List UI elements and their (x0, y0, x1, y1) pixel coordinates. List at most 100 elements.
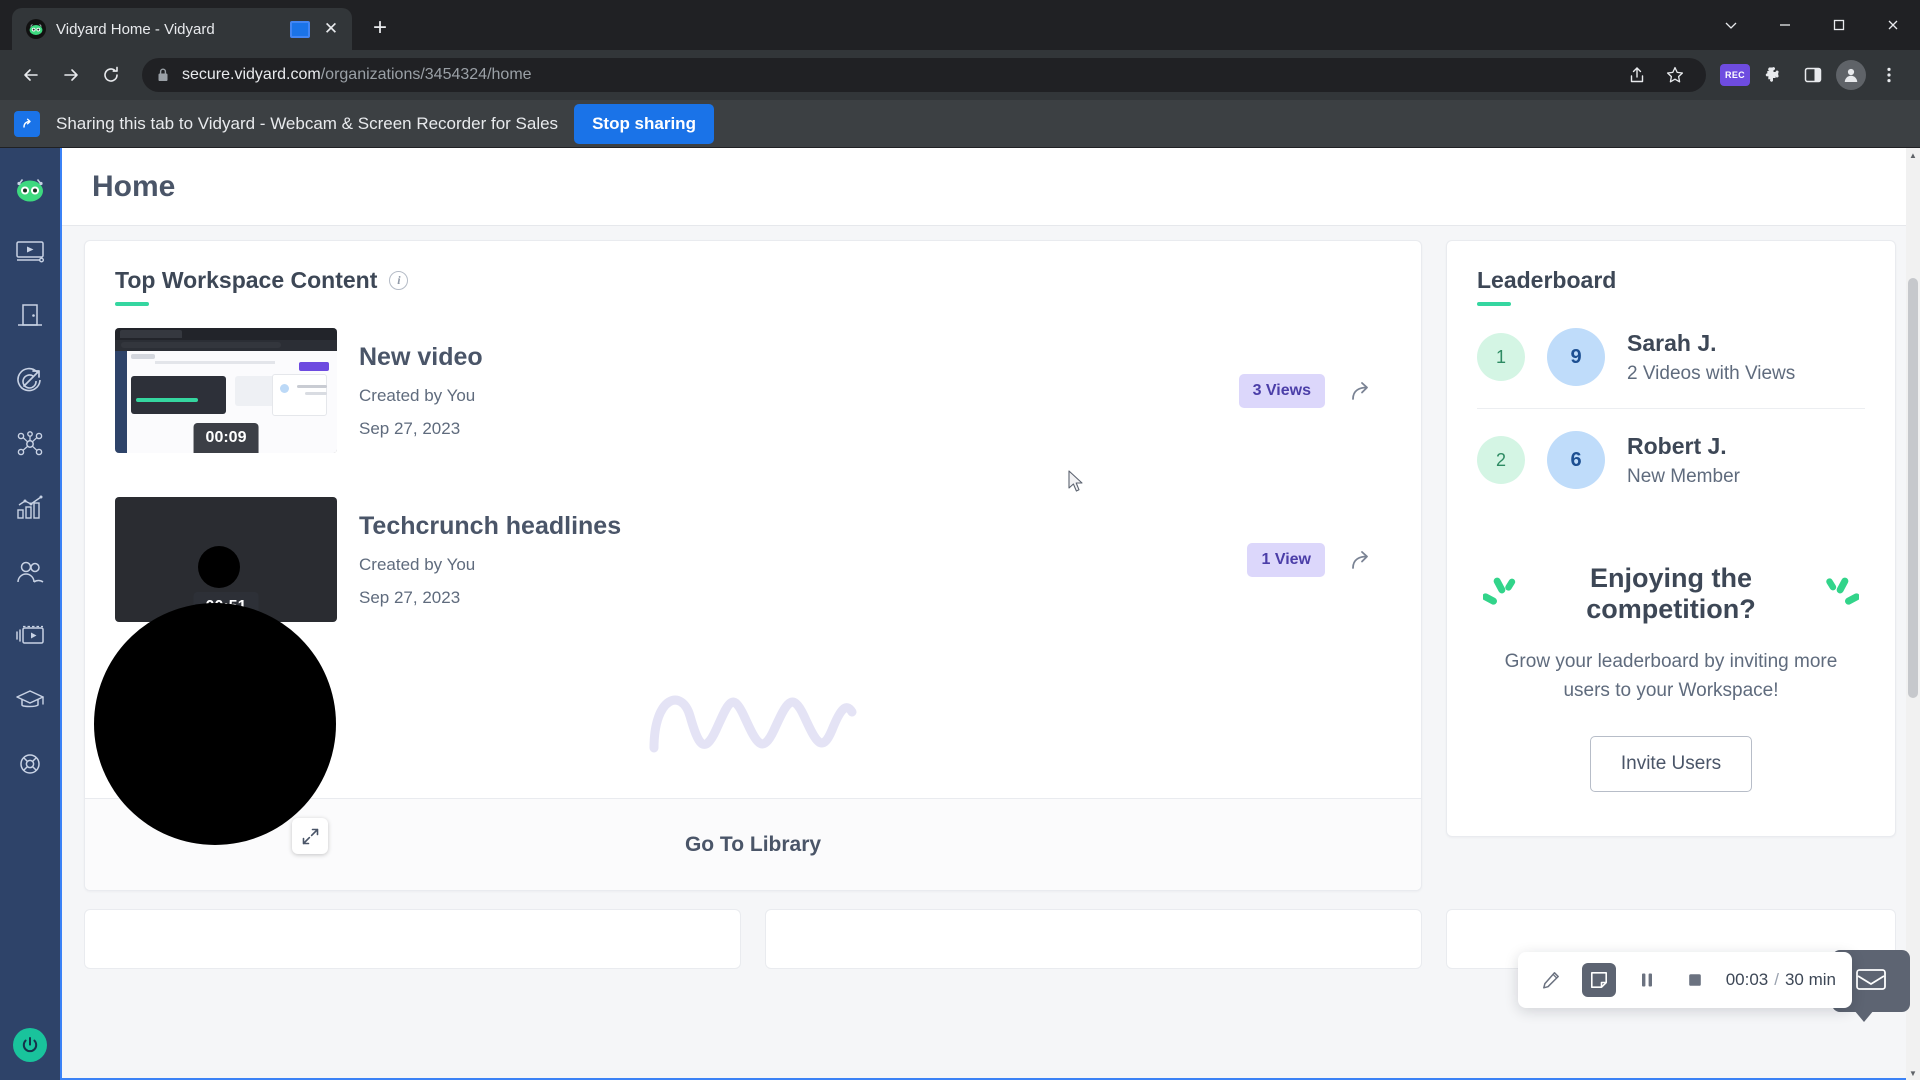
sidebar-item-videos[interactable] (10, 232, 50, 272)
sharing-message: Sharing this tab to Vidyard - Webcam & S… (56, 113, 559, 133)
app-sidebar (0, 148, 60, 1080)
go-to-library-link[interactable]: Go To Library (685, 833, 821, 857)
app-main: Home Top Workspace Content i 00:09 New v… (60, 148, 1920, 1080)
tab-casting-icon[interactable] (290, 20, 310, 38)
sidebar-item-analytics[interactable] (10, 488, 50, 528)
sidebar-item-team[interactable] (10, 552, 50, 592)
pause-icon[interactable] (1630, 963, 1664, 997)
webcam-bubble[interactable] (94, 603, 336, 845)
power-record-button[interactable] (13, 1028, 47, 1062)
leaderboard-entry-text: Sarah J. 2 Videos with Views (1627, 330, 1795, 385)
video-meta: New video Created by You Sep 27, 2023 (359, 343, 1217, 439)
promo-title: Enjoying the competition? (1586, 563, 1756, 624)
url-text: secure.vidyard.com/organizations/3454324… (182, 66, 532, 84)
video-date: Sep 27, 2023 (359, 418, 461, 438)
side-panel-icon[interactable] (1796, 58, 1830, 92)
share-arrow-icon[interactable] (1351, 549, 1377, 571)
leaderboard-card: Leaderboard 1 9 Sarah J. 2 Videos with V… (1446, 240, 1896, 837)
user-name: Robert J. (1627, 432, 1727, 459)
video-thumbnail[interactable]: 00:09 (115, 328, 337, 453)
card-header: Top Workspace Content i (85, 241, 1421, 306)
window-controls (1704, 0, 1920, 50)
video-title[interactable]: New video (359, 343, 1217, 372)
page-header: Home (62, 148, 1918, 226)
user-name: Sarah J. (1627, 329, 1717, 356)
page-viewport: Home Top Workspace Content i 00:09 New v… (0, 148, 1920, 1080)
lock-icon (156, 67, 170, 83)
tab-strip: Vidyard Home - Vidyard ✕ + (0, 0, 1920, 50)
scroll-up-arrow[interactable]: ▲ (1906, 148, 1920, 162)
sidebar-item-support[interactable] (10, 744, 50, 784)
bottom-card-1 (84, 909, 741, 969)
maximize-button[interactable] (1812, 0, 1866, 50)
video-creator: Created by You (359, 554, 476, 574)
star-icon[interactable] (1658, 58, 1692, 92)
status-badge[interactable]: 3 Views (1238, 373, 1325, 408)
section-heading: Top Workspace Content (115, 267, 378, 293)
stop-sharing-button[interactable]: Stop sharing (574, 103, 714, 144)
video-duration: 00:09 (193, 423, 259, 453)
expand-arrows-icon[interactable] (292, 818, 328, 854)
list-item: 00:51 Techcrunch headlines Created by Yo… (115, 475, 1391, 644)
video-actions: 3 Views (1238, 373, 1391, 408)
url-path: /organizations/3454324/home (320, 66, 532, 83)
invite-users-button[interactable]: Invite Users (1589, 735, 1753, 792)
pencil-icon[interactable] (1534, 963, 1568, 997)
browser-toolbar: secure.vidyard.com/organizations/3454324… (0, 50, 1920, 100)
scrollbar[interactable]: ▲ ▼ (1906, 148, 1920, 1080)
sidebar-item-integrations[interactable] (10, 424, 50, 464)
vidyard-recorder-extension-icon[interactable]: REC (1720, 64, 1750, 86)
section-title-row: Top Workspace Content i (115, 267, 1391, 294)
new-tab-button[interactable]: + (362, 11, 398, 47)
table-row: 1 9 Sarah J. 2 Videos with Views (1477, 306, 1865, 408)
promo-subtitle: Grow your leaderboard by inviting more u… (1504, 651, 1838, 702)
leaderboard-entry-text: Robert J. New Member (1627, 433, 1740, 488)
close-window-button[interactable] (1866, 0, 1920, 50)
sidebar-item-prospecting[interactable] (10, 360, 50, 400)
time-separator: / (1774, 970, 1779, 989)
vidyard-favicon (26, 19, 46, 39)
reload-button[interactable] (94, 58, 128, 92)
celebration-sparkle-icon-right (1819, 575, 1860, 614)
score-badge: 6 (1547, 431, 1605, 489)
recording-time: 00:03 / 30 min (1726, 970, 1836, 990)
close-icon[interactable]: ✕ (320, 18, 342, 40)
leaderboard-heading: Leaderboard (1477, 267, 1617, 293)
page-frame: Home Top Workspace Content i 00:09 New v… (60, 148, 1920, 1080)
profile-avatar-icon[interactable] (1836, 60, 1866, 90)
stop-square-icon[interactable] (1678, 963, 1712, 997)
celebration-sparkle-icon (1482, 575, 1523, 614)
video-title[interactable]: Techcrunch headlines (359, 512, 1225, 541)
content-row: Top Workspace Content i 00:09 New video … (62, 226, 1918, 891)
browser-tab[interactable]: Vidyard Home - Vidyard ✕ (12, 8, 352, 50)
table-row: 2 6 Robert J. New Member (1477, 408, 1865, 511)
user-detail: 2 Videos with Views (1627, 362, 1796, 384)
minimize-button[interactable] (1758, 0, 1812, 50)
leaderboard-header: Leaderboard (1447, 241, 1895, 306)
sidebar-item-virtual-room[interactable] (10, 296, 50, 336)
chevron-down-icon[interactable] (1704, 0, 1758, 50)
puzzle-piece-icon[interactable] (1756, 58, 1790, 92)
sidebar-item-playlists[interactable] (10, 616, 50, 656)
share-icon[interactable] (1620, 58, 1654, 92)
forward-button[interactable] (54, 58, 88, 92)
status-badge[interactable]: 1 View (1247, 542, 1325, 577)
scrollbar-thumb[interactable] (1908, 278, 1918, 698)
user-detail: New Member (1627, 465, 1740, 487)
three-dot-menu-icon[interactable] (1872, 58, 1906, 92)
back-button[interactable] (14, 58, 48, 92)
score-badge: 9 (1547, 328, 1605, 386)
tab-title: Vidyard Home - Vidyard (56, 20, 215, 38)
vidyard-logo[interactable] (11, 170, 49, 208)
promo-heading-row: Enjoying the competition? (1482, 563, 1860, 625)
scroll-down-arrow[interactable]: ▼ (1906, 1066, 1920, 1080)
chat-bubble-tail (1854, 1010, 1874, 1022)
browser-window: Vidyard Home - Vidyard ✕ + secure.vidyar… (0, 0, 1920, 1080)
sidebar-item-learning[interactable] (10, 680, 50, 720)
address-bar[interactable]: secure.vidyard.com/organizations/3454324… (142, 58, 1706, 92)
elapsed-time: 00:03 (1725, 970, 1769, 989)
sticky-note-icon[interactable] (1581, 963, 1616, 997)
info-icon[interactable]: i (389, 271, 409, 290)
share-arrow-icon[interactable] (1351, 380, 1377, 402)
video-actions: 1 View (1247, 542, 1391, 577)
